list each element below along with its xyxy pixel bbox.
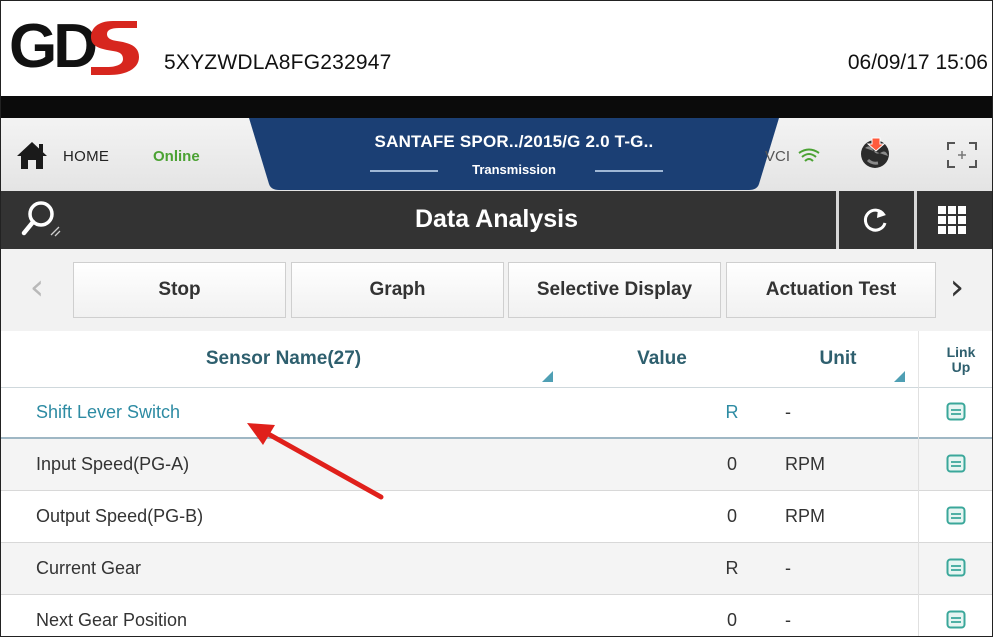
sort-indicator-icon[interactable]	[542, 371, 553, 382]
sensor-unit: -	[785, 610, 791, 630]
link-up-icon[interactable]	[946, 610, 966, 630]
gds-logo: GD	[9, 15, 139, 75]
vehicle-info-tab[interactable]: SANTAFE SPOR../2015/G 2.0 T-G.. Transmis…	[249, 118, 779, 190]
table-row[interactable]: Current Gear R -	[1, 543, 992, 595]
sensor-value: 0	[726, 454, 737, 474]
vehicle-system: Transmission	[472, 162, 556, 177]
table-row[interactable]: Output Speed(PG-B) 0 RPM	[1, 491, 992, 543]
graph-button[interactable]: Graph	[291, 262, 504, 318]
vehicle-tab-shape	[249, 118, 779, 190]
home-icon[interactable]	[15, 140, 49, 170]
sensor-value: R	[725, 558, 739, 578]
title-bar: Data Analysis	[1, 191, 992, 249]
stop-button[interactable]: Stop	[73, 262, 286, 318]
sensor-name: Shift Lever Switch	[36, 402, 181, 422]
sensor-name: Current Gear	[36, 558, 142, 578]
link-up-icon[interactable]	[946, 558, 966, 578]
link-up-icon[interactable]	[946, 454, 966, 474]
svg-text:GD: GD	[9, 15, 96, 75]
page-title: Data Analysis	[414, 205, 579, 233]
annotation-arrow-icon	[247, 423, 384, 500]
globe-update-icon[interactable]	[858, 136, 894, 170]
selective-display-button[interactable]: Selective Display	[508, 262, 721, 318]
app-window: GD 5XYZWDLA8FG232947 06/09/17 15:06 HOME…	[0, 0, 993, 637]
sort-indicator-icon[interactable]	[894, 371, 905, 382]
table-row[interactable]: Next Gear Position 0 -	[1, 595, 992, 636]
refresh-icon[interactable]	[858, 203, 892, 237]
link-up-cell	[918, 543, 992, 595]
link-up-cell	[918, 491, 992, 543]
vci-wifi-icon	[798, 148, 820, 162]
table-row[interactable]: Shift Lever Switch R -	[1, 387, 992, 439]
sensor-value: 0	[726, 506, 737, 526]
vin-number: 5XYZWDLA8FG232947	[164, 51, 392, 74]
sensor-unit: RPM	[785, 506, 825, 526]
sensor-unit: -	[785, 558, 791, 578]
status-bar: HOME Online SANTAFE SPOR../2015/G 2.0 T-…	[1, 118, 992, 191]
sensor-name: Input Speed(PG-A)	[36, 454, 190, 474]
vci-label: VCI	[765, 148, 791, 165]
sensor-name: Next Gear Position	[36, 610, 188, 630]
tab-decor-line-right	[595, 170, 663, 172]
sensor-name: Output Speed(PG-B)	[36, 506, 204, 526]
actuation-test-button[interactable]: Actuation Test	[726, 262, 936, 318]
column-sensor-name[interactable]: Sensor Name(27)	[1, 331, 566, 387]
link-up-icon[interactable]	[946, 506, 966, 526]
scroll-right-icon[interactable]: ›	[937, 267, 977, 308]
home-label[interactable]: HOME	[63, 148, 109, 165]
grid-menu-icon[interactable]	[935, 203, 969, 237]
top-header: GD 5XYZWDLA8FG232947 06/09/17 15:06	[1, 1, 992, 96]
title-separator	[914, 191, 917, 249]
date-time: 06/09/17 15:06	[847, 51, 988, 74]
sensor-unit: -	[785, 402, 791, 422]
sensor-unit: RPM	[785, 454, 825, 474]
black-divider-bar	[1, 96, 992, 118]
column-link-up[interactable]: Link Up	[936, 345, 986, 375]
link-up-icon[interactable]	[946, 402, 966, 422]
column-value[interactable]: Value	[567, 331, 757, 387]
sensor-value: R	[725, 402, 739, 422]
table-row[interactable]: Input Speed(PG-A) 0 RPM	[1, 439, 992, 491]
link-up-cell	[918, 595, 992, 636]
action-toolbar: ‹ Stop Graph Selective Display Actuation…	[1, 249, 992, 331]
fullscreen-icon[interactable]	[945, 140, 979, 170]
sensor-value: 0	[726, 610, 737, 630]
title-separator	[836, 191, 839, 249]
link-up-cell	[918, 387, 992, 439]
scroll-left-icon[interactable]: ‹	[17, 267, 57, 308]
column-divider	[918, 331, 919, 387]
vehicle-title: SANTAFE SPOR../2015/G 2.0 T-G..	[374, 132, 654, 151]
online-status: Online	[153, 148, 200, 165]
table-header: Sensor Name(27) Value Unit Link Up	[1, 331, 992, 388]
link-up-cell	[918, 439, 992, 491]
